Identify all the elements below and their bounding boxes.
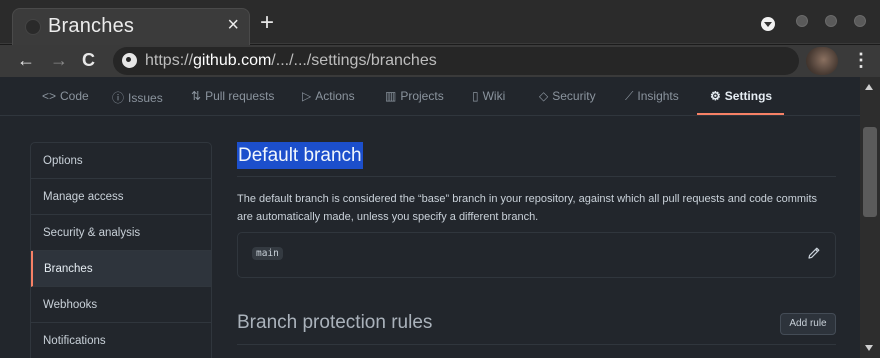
address-bar[interactable]: https://github.com/.../.../settings/bran…: [113, 47, 799, 75]
gear-icon: ⚙: [710, 89, 721, 103]
play-icon: ▷: [302, 89, 312, 103]
nav-tab-insights[interactable]: ⟋ Insights: [625, 89, 679, 104]
pull-request-icon: ⇅: [191, 89, 202, 103]
close-tab-icon[interactable]: ×: [227, 15, 239, 35]
browser-menu-icon[interactable]: ⋮: [852, 49, 870, 71]
browser-tab[interactable]: Branches ×: [12, 8, 250, 45]
scroll-up-arrow-icon[interactable]: [865, 84, 873, 90]
repo-nav: <> Code ⓘ Issues ⇅ Pull requests ▷ Actions ▥…: [0, 77, 860, 116]
default-branch-heading: Default branch: [237, 142, 363, 169]
side-item-security-analysis[interactable]: Security & analysis: [31, 215, 211, 251]
new-tab-button[interactable]: +: [260, 11, 274, 35]
code-icon: <>: [42, 89, 57, 103]
back-button[interactable]: ←: [17, 48, 35, 72]
url-text[interactable]: https://github.com/.../.../settings/bran…: [145, 52, 437, 70]
maximize-window-button[interactable]: [825, 15, 837, 27]
site-info-icon[interactable]: [122, 53, 137, 68]
nav-tab-security[interactable]: ◇ Security: [539, 89, 596, 103]
nav-tab-issues[interactable]: ⓘ Issues: [112, 89, 163, 106]
add-rule-button[interactable]: Add rule: [780, 313, 836, 335]
shield-icon: ◇: [539, 89, 549, 103]
side-item-manage-access[interactable]: Manage access: [31, 179, 211, 215]
selected-tab-underline: [697, 113, 784, 115]
side-item-notifications[interactable]: Notifications: [31, 323, 211, 358]
protection-divider: [237, 344, 836, 345]
nav-tab-code[interactable]: <> Code: [42, 89, 89, 103]
book-icon: ▯: [472, 89, 479, 103]
side-item-webhooks[interactable]: Webhooks: [31, 287, 211, 323]
reload-button[interactable]: C: [82, 48, 95, 72]
nav-tab-wiki[interactable]: ▯ Wiki: [472, 89, 505, 103]
heading-divider: [237, 176, 836, 177]
nav-tab-projects[interactable]: ▥ Projects: [385, 89, 444, 103]
issue-icon: ⓘ: [112, 91, 125, 105]
profile-avatar[interactable]: [806, 47, 838, 75]
branch-protection-heading: Branch protection rules: [237, 312, 433, 333]
nav-tab-settings[interactable]: ⚙ Settings: [710, 89, 772, 103]
nav-tab-pull-requests[interactable]: ⇅ Pull requests: [191, 89, 274, 103]
scroll-down-arrow-icon[interactable]: [865, 345, 873, 351]
browser-toolbar: ← → C https://github.com/.../.../setting…: [0, 45, 880, 77]
pencil-icon[interactable]: [806, 245, 822, 261]
project-icon: ▥: [385, 89, 397, 103]
side-item-options[interactable]: Options: [31, 143, 211, 179]
settings-side-menu: Options Manage access Security & analysi…: [30, 142, 212, 358]
default-branch-box: main: [237, 232, 836, 278]
default-branch-description: The default branch is considered the “ba…: [237, 193, 818, 223]
scrollbar-thumb[interactable]: [863, 127, 877, 217]
browser-titlebar: Branches × +: [0, 0, 880, 45]
page-scrollbar[interactable]: [860, 77, 880, 358]
tab-title: Branches: [48, 15, 135, 37]
side-item-branches[interactable]: Branches: [31, 251, 211, 287]
github-page: <> Code ⓘ Issues ⇅ Pull requests ▷ Actions ▥…: [0, 77, 860, 358]
forward-button[interactable]: →: [50, 48, 68, 72]
graph-icon: ⟋: [625, 89, 634, 103]
github-favicon-icon: [25, 19, 41, 35]
tab-list-dropdown-icon[interactable]: [761, 17, 775, 31]
close-window-button[interactable]: [854, 15, 866, 27]
nav-tab-actions[interactable]: ▷ Actions: [302, 89, 355, 103]
default-branch-name: main: [252, 247, 283, 260]
minimize-window-button[interactable]: [796, 15, 808, 27]
